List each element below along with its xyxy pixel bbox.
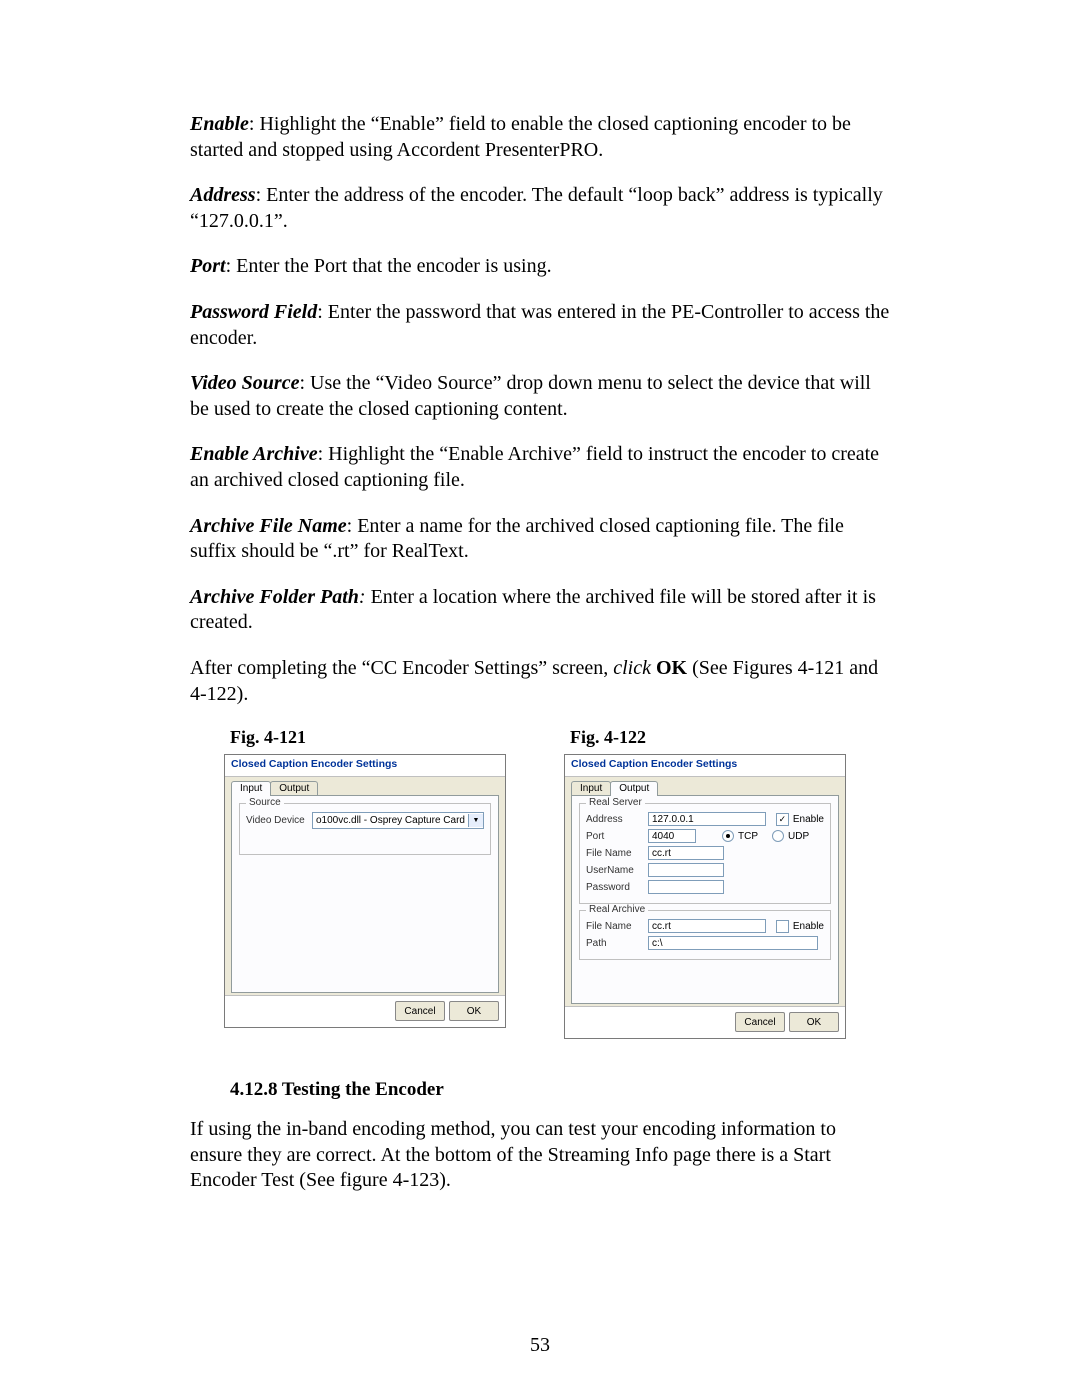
figures-row: Fig. 4-121 Closed Caption Encoder Settin… <box>190 727 890 1039</box>
ok-button-out[interactable]: OK <box>789 1012 839 1032</box>
video-device-value: o100vc.dll - Osprey Capture Card 1 <box>313 815 468 826</box>
archive-filename-label: File Name <box>586 921 644 932</box>
tab-pane-input: Source Video Device o100vc.dll - Osprey … <box>231 795 499 993</box>
text-port: : Enter the Port that the encoder is usi… <box>226 255 552 277</box>
text-address: : Enter the address of the encoder. The … <box>190 184 883 232</box>
udp-radio[interactable] <box>772 830 784 842</box>
ok-button[interactable]: OK <box>449 1001 499 1021</box>
tab-strip: Input Output <box>231 781 499 796</box>
tab-pane-output: Real Server Address ✓ Enable Port <box>571 795 839 1004</box>
dialog-title-out: Closed Caption Encoder Settings <box>565 755 845 777</box>
username-input[interactable] <box>648 863 724 877</box>
group-real-server: Real Server Address ✓ Enable Port <box>579 803 831 904</box>
para-password: Password Field: Enter the password that … <box>190 300 890 351</box>
tcp-label: TCP <box>738 831 758 842</box>
dialog-button-bar-out: Cancel OK <box>565 1006 845 1038</box>
para-archive-folder-path: Archive Folder Path: Enter a location wh… <box>190 585 890 636</box>
filename-input[interactable] <box>648 846 724 860</box>
cancel-button[interactable]: Cancel <box>395 1001 445 1021</box>
password-input[interactable] <box>648 880 724 894</box>
para-address: Address: Enter the address of the encode… <box>190 183 890 234</box>
figure-4-121: Fig. 4-121 Closed Caption Encoder Settin… <box>224 727 504 1039</box>
video-device-label: Video Device <box>246 815 308 826</box>
colon-archive-folder-path: : <box>359 586 371 608</box>
archive-enable-label: Enable <box>793 921 824 932</box>
term-video-source: Video Source <box>190 372 299 394</box>
video-device-select[interactable]: o100vc.dll - Osprey Capture Card 1 ▼ <box>312 812 484 829</box>
port-label: Port <box>586 831 644 842</box>
address-label: Address <box>586 814 644 825</box>
closing-pre: After completing the “CC Encoder Setting… <box>190 657 613 679</box>
group-source-legend: Source <box>246 797 284 808</box>
fig-121-caption: Fig. 4-121 <box>230 727 504 748</box>
cancel-button-out[interactable]: Cancel <box>735 1012 785 1032</box>
tab-input[interactable]: Input <box>231 781 271 796</box>
tab-output[interactable]: Output <box>270 781 318 796</box>
username-label: UserName <box>586 865 644 876</box>
group-real-archive: Real Archive File Name Enable Path <box>579 910 831 960</box>
tcp-radio[interactable] <box>722 830 734 842</box>
para-enable-archive: Enable Archive: Highlight the “Enable Ar… <box>190 442 890 493</box>
para-video-source: Video Source: Use the “Video Source” dro… <box>190 371 890 422</box>
archive-enable-checkbox[interactable] <box>776 920 789 933</box>
enable-checkbox[interactable]: ✓ <box>776 813 789 826</box>
term-port: Port <box>190 255 226 277</box>
text-enable: : Highlight the “Enable” field to enable… <box>190 113 851 161</box>
tab-output-out[interactable]: Output <box>610 781 658 796</box>
para-testing: If using the in-band encoding method, yo… <box>190 1117 890 1194</box>
address-input[interactable] <box>648 812 766 826</box>
group-source: Source Video Device o100vc.dll - Osprey … <box>239 803 491 855</box>
para-archive-file-name: Archive File Name: Enter a name for the … <box>190 514 890 565</box>
archive-filename-input[interactable] <box>648 919 766 933</box>
enable-label: Enable <box>793 814 824 825</box>
term-password: Password Field <box>190 301 317 323</box>
fig-122-caption: Fig. 4-122 <box>570 727 844 748</box>
term-enable-archive: Enable Archive <box>190 443 318 465</box>
dialog-title: Closed Caption Encoder Settings <box>225 755 505 777</box>
term-archive-file-name: Archive File Name <box>190 515 347 537</box>
group-real-archive-legend: Real Archive <box>586 904 648 915</box>
port-input[interactable] <box>648 829 696 843</box>
subsection-heading: 4.12.8 Testing the Encoder <box>230 1079 890 1101</box>
closing-ok: OK <box>656 657 687 679</box>
term-address: Address <box>190 184 256 206</box>
path-label: Path <box>586 938 644 949</box>
filename-label: File Name <box>586 848 644 859</box>
term-archive-folder-path: Archive Folder Path <box>190 586 359 608</box>
page-content: Enable: Highlight the “Enable” field to … <box>0 0 1080 1274</box>
password-label: Password <box>586 882 644 893</box>
term-enable: Enable <box>190 113 249 135</box>
page-number: 53 <box>0 1334 1080 1357</box>
para-closing: After completing the “CC Encoder Setting… <box>190 656 890 707</box>
udp-label: UDP <box>788 831 809 842</box>
tab-input-out[interactable]: Input <box>571 781 611 796</box>
dialog-cc-encoder-input: Closed Caption Encoder Settings Input Ou… <box>224 754 506 1028</box>
para-enable: Enable: Highlight the “Enable” field to … <box>190 112 890 163</box>
closing-click: click <box>613 657 651 679</box>
tab-strip-out: Input Output <box>571 781 839 796</box>
group-real-server-legend: Real Server <box>586 797 645 808</box>
chevron-down-icon[interactable]: ▼ <box>468 814 483 827</box>
dialog-cc-encoder-output: Closed Caption Encoder Settings Input Ou… <box>564 754 846 1039</box>
para-port: Port: Enter the Port that the encoder is… <box>190 254 890 280</box>
figure-4-122: Fig. 4-122 Closed Caption Encoder Settin… <box>564 727 844 1039</box>
path-input[interactable] <box>648 936 818 950</box>
dialog-button-bar: Cancel OK <box>225 995 505 1027</box>
